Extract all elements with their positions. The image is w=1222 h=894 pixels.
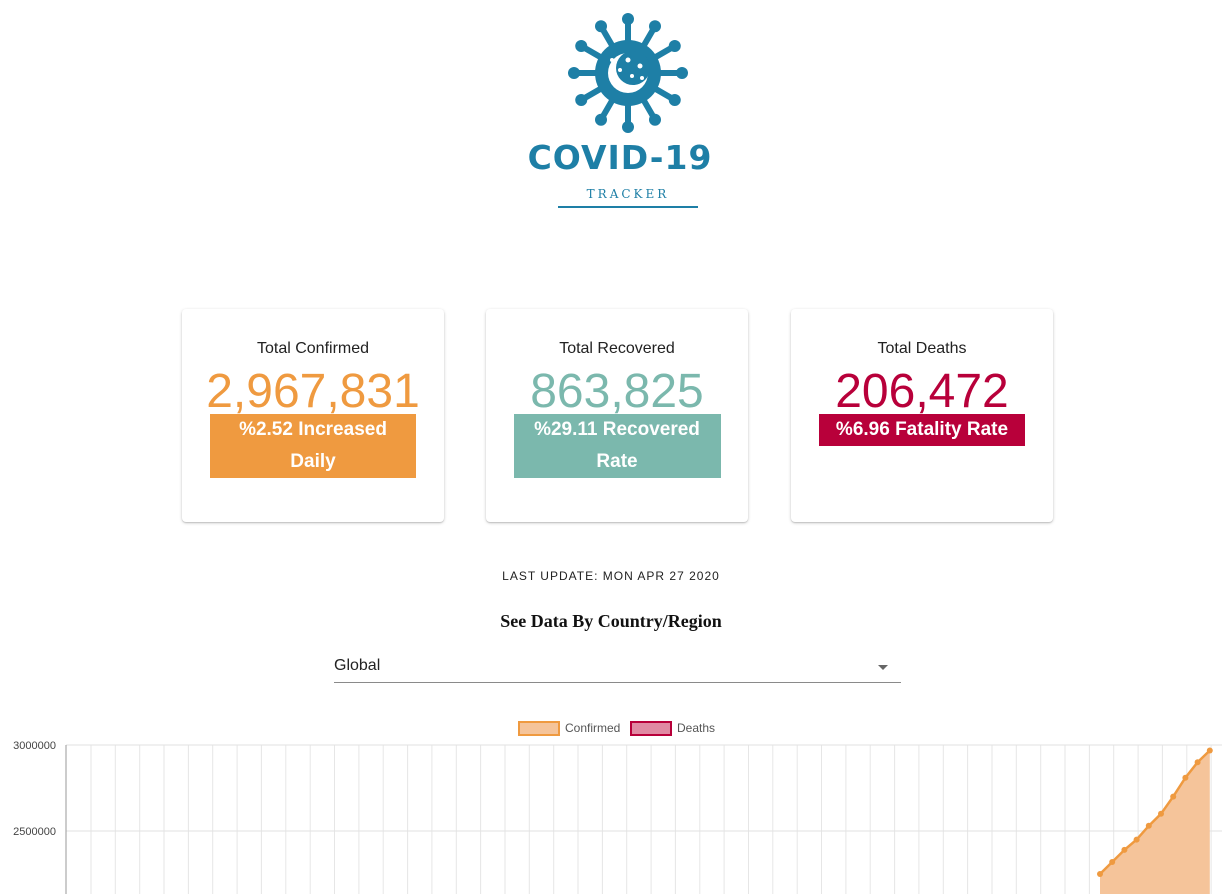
card-value: 2,967,831 (206, 365, 420, 418)
card-title: Total Deaths (877, 340, 967, 357)
cases-area-chart: 3000000 2500000 Confirmed Deaths (13, 721, 1222, 894)
virus-spike-tip (595, 20, 607, 33)
virus-spike-tip (568, 67, 580, 79)
y-tick-label: 2500000 (13, 826, 56, 838)
logo-title: COVID-19 (527, 138, 713, 177)
confirmed-point[interactable] (1182, 774, 1189, 781)
region-select[interactable]: Global (334, 655, 901, 683)
virus-spike (650, 85, 675, 101)
legend-swatch (518, 721, 560, 736)
virus-spike-tip (668, 40, 681, 52)
card-badge: %2.52 Increased Daily (210, 414, 416, 478)
virus-spike (650, 45, 675, 61)
card-badge: %6.96 Fatality Rate (819, 414, 1025, 446)
legend-label: Confirmed (565, 721, 620, 735)
confirmed-point[interactable] (1206, 747, 1213, 754)
virus-spike (581, 85, 606, 101)
virus-spike-tip (668, 94, 681, 106)
confirmed-point[interactable] (1145, 822, 1152, 829)
total-recovered-card: Total Recovered 863,825 %29.11 Recovered… (486, 309, 748, 522)
total-deaths-card: Total Deaths 206,472 %6.96 Fatality Rate (791, 309, 1053, 522)
card-title: Total Recovered (559, 340, 675, 357)
covid-virus-logo-icon (568, 13, 688, 133)
dropdown-arrow-icon[interactable] (878, 665, 888, 670)
legend-confirmed[interactable]: Confirmed (518, 721, 620, 736)
virus-spike-tip (575, 94, 588, 106)
logo-underline (558, 206, 698, 208)
confirmed-point[interactable] (1194, 759, 1201, 766)
virus-spike-tip (649, 113, 661, 126)
card-value: 206,472 (835, 365, 1009, 418)
section-title: See Data By Country/Region (500, 611, 722, 631)
virus-spike-tip (622, 13, 634, 25)
legend-label: Deaths (677, 721, 715, 735)
virus-spike-tip (649, 20, 661, 33)
confirmed-area (1100, 750, 1210, 894)
last-update-text: LAST UPDATE: MON APR 27 2020 (502, 569, 720, 583)
region-select-value: Global (334, 657, 381, 674)
card-title: Total Confirmed (256, 340, 370, 357)
confirmed-point[interactable] (1121, 846, 1128, 853)
card-value: 863,825 (530, 365, 704, 418)
confirmed-point[interactable] (1158, 810, 1164, 817)
confirmed-point[interactable] (1097, 871, 1103, 877)
total-confirmed-card: Total Confirmed 2,967,831 %2.52 Increase… (182, 309, 444, 522)
confirmed-point[interactable] (1133, 836, 1140, 843)
y-tick-label: 3000000 (13, 740, 56, 752)
logo-subtitle: TRACKER (586, 187, 670, 201)
legend-deaths[interactable]: Deaths (630, 721, 715, 736)
card-badge: %29.11 Recovered Rate (513, 414, 721, 478)
virus-spike-tip (676, 67, 688, 79)
virus-spike-tip (595, 113, 607, 126)
legend-swatch (630, 721, 672, 736)
virus-spike-tip (622, 121, 634, 133)
confirmed-point[interactable] (1109, 859, 1116, 865)
confirmed-point[interactable] (1170, 793, 1177, 800)
virus-spike-tip (575, 40, 588, 52)
virus-spike (581, 45, 606, 61)
